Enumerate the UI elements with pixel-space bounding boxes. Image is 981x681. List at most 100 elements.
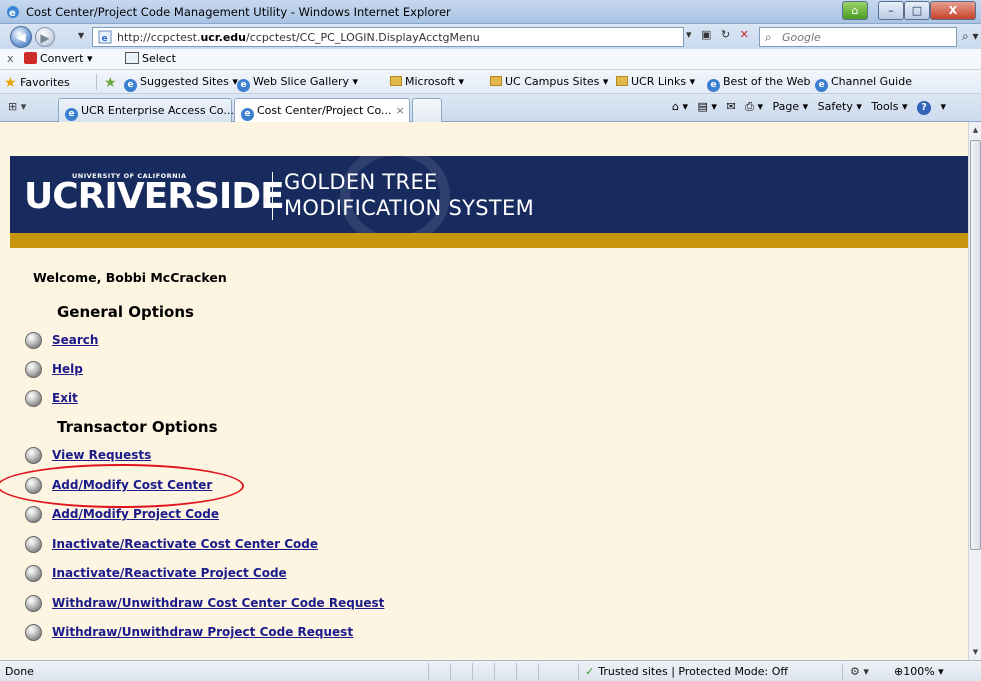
bullet-icon (25, 506, 42, 523)
ie-page-icon: e (707, 79, 720, 92)
transactor-options-heading: Transactor Options (57, 418, 218, 436)
scroll-up-icon[interactable]: ▲ (969, 122, 981, 138)
favorite-ucr-links[interactable]: UCR Links ▾ (616, 75, 695, 88)
select-button[interactable]: Select (125, 52, 176, 65)
assist-icon[interactable]: ⌂ (842, 1, 868, 20)
bullet-icon (25, 536, 42, 553)
add-modify-cost-center-link[interactable]: Add/Modify Cost Center (52, 478, 212, 492)
addons-icon[interactable]: ⚙ ▾ (850, 665, 869, 678)
vertical-scrollbar[interactable]: ▲ ▼ (968, 122, 981, 660)
home-icon[interactable]: ⌂ ▾ (672, 100, 688, 113)
convert-button[interactable]: Convert ▾ (24, 52, 93, 65)
address-tools: ▾ ▣ ↻ ✕ (686, 28, 755, 46)
zoom-control[interactable]: ⊕100% ▾ (894, 665, 944, 678)
banner-watermark (340, 156, 450, 233)
compatibility-icon[interactable]: ▣ (701, 28, 711, 41)
page-menu[interactable]: Page ▾ (772, 100, 808, 113)
search-input[interactable]: ⌕ Google (759, 27, 957, 47)
forward-button[interactable]: ▶ (35, 27, 55, 47)
inactivate-project-code-link[interactable]: Inactivate/Reactivate Project Code (52, 566, 287, 580)
print-icon[interactable]: ⎙ ▾ (745, 100, 763, 113)
add-modify-project-code-link[interactable]: Add/Modify Project Code (52, 507, 219, 521)
window-title: Cost Center/Project Code Management Util… (26, 5, 451, 19)
scroll-down-icon[interactable]: ▼ (969, 644, 981, 660)
back-button[interactable]: ◀ (10, 26, 32, 48)
system-title-line2: MODIFICATION SYSTEM (284, 196, 535, 220)
withdraw-cost-center-request-link[interactable]: Withdraw/Unwithdraw Cost Center Code Req… (52, 596, 384, 610)
bullet-icon (25, 361, 42, 378)
checkmark-icon: ✓ (585, 665, 595, 678)
url-text: http://ccpctest.ucr.edu/ccpctest/CC_PC_L… (117, 31, 480, 44)
help-icon: ? (916, 101, 931, 115)
bullet-icon (25, 390, 42, 407)
page-icon: e (98, 30, 112, 44)
favorites-bar: ★ Favorites ★ e Suggested Sites ▾ e Web Sl… (0, 70, 981, 94)
select-icon (125, 52, 139, 64)
pdf-icon (24, 52, 37, 64)
withdraw-project-code-request-link[interactable]: Withdraw/Unwithdraw Project Code Request (52, 625, 353, 639)
close-button[interactable]: X (930, 1, 976, 20)
ie-page-icon: e (815, 79, 828, 92)
stop-icon[interactable]: ✕ (740, 28, 749, 41)
favorite-channel-guide[interactable]: e Channel Guide (815, 75, 912, 92)
address-input[interactable]: e http://ccpctest.ucr.edu/ccpctest/CC_PC… (92, 27, 684, 47)
search-link[interactable]: Search (52, 333, 98, 347)
help-menu[interactable]: ? ▾ (916, 100, 946, 115)
mail-icon[interactable]: ✉ (726, 100, 735, 113)
folder-icon (490, 76, 502, 86)
bullet-icon (25, 595, 42, 612)
bullet-icon (25, 477, 42, 494)
status-bar: Done ✓ Trusted sites | Protected Mode: Of… (0, 660, 981, 681)
system-title-line1: GOLDEN TREE (284, 170, 438, 194)
recent-pages-dropdown-icon[interactable]: ▼ (78, 31, 84, 40)
favorite-microsoft[interactable]: Microsoft ▾ (390, 75, 464, 88)
convert-toolbar: x Convert ▾ Select (0, 49, 981, 70)
favorite-web-slice-gallery[interactable]: e Web Slice Gallery ▾ (237, 75, 358, 92)
logo-subtitle: UNIVERSITY OF CALIFORNIA (72, 172, 187, 180)
add-favorite-icon[interactable]: ★ (104, 75, 117, 91)
feeds-icon[interactable]: ▤ ▾ (698, 100, 717, 113)
ucr-logo: UCRIVERSIDE (24, 176, 285, 217)
tools-menu[interactable]: Tools ▾ (871, 100, 907, 113)
ie-page-icon: e (124, 79, 137, 92)
tab-ucr-enterprise-access[interactable]: e UCR Enterprise Access Co... (58, 98, 234, 122)
close-tab-icon[interactable]: × (396, 104, 405, 117)
star-icon: ★ (4, 75, 17, 91)
site-banner: UCRIVERSIDE UNIVERSITY OF CALIFORNIA GOL… (10, 156, 968, 233)
favorite-uc-campus-sites[interactable]: UC Campus Sites ▾ (490, 75, 608, 88)
bullet-icon (25, 332, 42, 349)
favorite-best-of-the-web[interactable]: e Best of the Web (707, 75, 810, 92)
inactivate-cost-center-link[interactable]: Inactivate/Reactivate Cost Center Code (52, 537, 318, 551)
ie-page-icon: e (237, 79, 250, 92)
quick-tabs-icon[interactable]: ⊞ ▾ (8, 100, 26, 113)
page-viewport: UCRIVERSIDE UNIVERSITY OF CALIFORNIA GOL… (0, 122, 981, 660)
bullet-icon (25, 624, 42, 641)
welcome-message: Welcome, Bobbi McCracken (33, 270, 227, 285)
favorite-suggested-sites[interactable]: e Suggested Sites ▾ (124, 75, 238, 92)
security-zone[interactable]: ✓ Trusted sites | Protected Mode: Off (585, 665, 788, 678)
banner-divider (272, 172, 273, 220)
folder-icon (390, 76, 402, 86)
tab-cost-center-project[interactable]: e Cost Center/Project Co... × (234, 98, 410, 122)
refresh-icon[interactable]: ↻ (721, 28, 730, 41)
bullet-icon (25, 565, 42, 582)
folder-icon (616, 76, 628, 86)
minimize-button[interactable]: – (878, 1, 904, 20)
help-link[interactable]: Help (52, 362, 83, 376)
view-requests-link[interactable]: View Requests (52, 448, 151, 462)
safety-menu[interactable]: Safety ▾ (818, 100, 862, 113)
general-options-heading: General Options (57, 303, 194, 321)
ie-logo-icon: e (7, 6, 19, 19)
favorites-button[interactable]: ★ Favorites (4, 75, 70, 91)
bullet-icon (25, 447, 42, 464)
new-tab-button[interactable] (412, 98, 442, 122)
close-toolbar-button[interactable]: x (7, 52, 14, 65)
search-icon[interactable]: ⌕ ▾ (962, 29, 979, 44)
tab-bar: ⊞ ▾ e UCR Enterprise Access Co... e Cost C… (0, 94, 981, 122)
maximize-button[interactable]: □ (904, 1, 930, 20)
scrollbar-thumb[interactable] (970, 140, 981, 550)
status-text: Done (5, 665, 34, 678)
exit-link[interactable]: Exit (52, 391, 78, 405)
dropdown-icon[interactable]: ▾ (686, 28, 692, 41)
search-placeholder: Google (782, 31, 821, 44)
